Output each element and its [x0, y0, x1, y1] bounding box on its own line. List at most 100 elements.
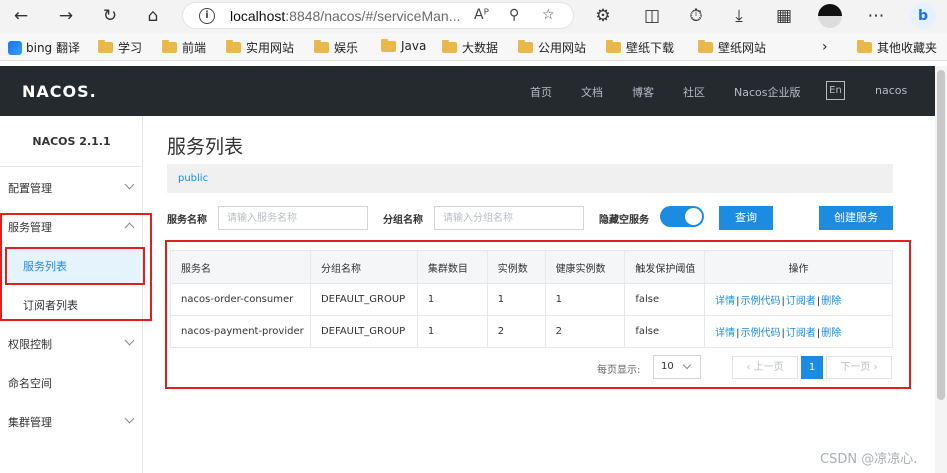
column-header: 实例数 [486, 250, 546, 284]
sidebar-item-label: 服务列表 [23, 259, 67, 273]
cell-service-name: nacos-payment-provider [170, 315, 311, 348]
column-header: 操作 [704, 250, 893, 284]
sidebar-item-label: 命名空间 [8, 376, 52, 390]
bookmark-folder[interactable]: Java [381, 38, 426, 53]
page-number-current[interactable]: 1 [801, 356, 823, 379]
service-name-input[interactable] [218, 206, 368, 230]
chevron-down-icon [124, 413, 135, 424]
cell-healthy-count: 2 [544, 315, 626, 348]
namespace-public-link[interactable]: public [178, 173, 208, 184]
cell-cluster-count: 1 [416, 315, 488, 348]
nav-home[interactable]: 首页 [530, 84, 552, 100]
sidebar-item-subscriber-list[interactable]: 订阅者列表 [8, 286, 141, 323]
app-header: NACOS. 首页 文档 博客 社区 Nacos企业版 En nacos [0, 66, 947, 116]
site-info-icon[interactable]: i [199, 8, 215, 24]
group-name-input[interactable] [434, 206, 584, 230]
prev-page-button[interactable]: ‹ 上一页 [732, 356, 798, 379]
sidebar-item-label: 权限控制 [8, 337, 52, 351]
folder-icon [226, 40, 241, 53]
back-icon[interactable]: ← [10, 5, 32, 27]
detail-link[interactable]: 详情 [715, 328, 735, 339]
folder-icon [162, 40, 177, 53]
bookmarks-bar: bing 翻译 学习 前端 实用网站 娱乐 Java 大数据 公用网站 壁纸下载… [0, 33, 947, 61]
op-separator: | [816, 328, 821, 339]
nav-community[interactable]: 社区 [683, 84, 705, 100]
cell-cluster-count: 1 [416, 283, 488, 316]
cell-protect-threshold: false [624, 315, 706, 348]
cell-service-name: nacos-order-consumer [170, 283, 311, 316]
language-switch-button[interactable]: En [826, 81, 845, 100]
sidebar-item-label: 集群管理 [8, 415, 52, 429]
reload-icon[interactable]: ↻ [99, 5, 121, 27]
folder-icon [98, 40, 113, 53]
bookmark-folder[interactable]: 大数据 [442, 39, 498, 56]
nav-blog[interactable]: 博客 [632, 84, 654, 100]
address-bar[interactable]: i localhost:8848/nacos/#/serviceMan... A… [182, 2, 574, 29]
create-service-button[interactable]: 创建服务 [819, 206, 893, 230]
cell-instance-count: 1 [486, 283, 546, 316]
hide-empty-toggle[interactable] [660, 206, 704, 227]
profile-avatar[interactable] [818, 4, 842, 28]
sidebar-item-service-list[interactable]: 服务列表 [8, 247, 141, 284]
sidebar-item-namespace[interactable]: 命名空间 [0, 363, 143, 402]
query-button[interactable]: 查询 [719, 206, 773, 230]
sample-code-link[interactable]: 示例代码 [741, 296, 781, 307]
subscriber-link[interactable]: 订阅者 [786, 328, 816, 339]
watermark: CSDN @凉凉心. [820, 452, 918, 467]
home-icon[interactable]: ⌂ [142, 5, 164, 27]
user-menu[interactable]: nacos [875, 84, 907, 97]
browser-toolbar: ← → ↻ ⌂ i localhost:8848/nacos/#/service… [0, 0, 947, 33]
next-page-button[interactable]: 下一页 › [826, 356, 892, 379]
bookmarks-overflow-icon[interactable]: › [822, 39, 828, 55]
history-icon[interactable]: ⏱ [685, 5, 707, 27]
cell-operations: 详情|示例代码|订阅者|删除 [704, 315, 893, 348]
bookmark-folder[interactable]: 学习 [98, 39, 142, 56]
sidebar-item-config[interactable]: 配置管理 [0, 168, 143, 207]
sidebar: NACOS 2.1.1 配置管理 服务管理 服务列表 订阅者列表 权限控制 命名… [0, 116, 143, 473]
split-screen-icon[interactable]: ◫ [641, 5, 663, 27]
bookmark-folder-other[interactable]: 其他收藏夹 [857, 39, 937, 56]
extensions-icon[interactable]: ⚙ [592, 5, 614, 27]
folder-icon [606, 40, 621, 53]
column-header: 健康实例数 [544, 250, 626, 284]
folder-icon [381, 38, 396, 52]
bookmark-folder[interactable]: 前端 [162, 39, 206, 56]
delete-link[interactable]: 删除 [821, 328, 841, 339]
more-menu-icon[interactable]: ⋯ [865, 5, 887, 27]
cell-protect-threshold: false [624, 283, 706, 316]
scrollbar-thumb[interactable] [937, 70, 945, 400]
op-separator: | [781, 296, 785, 307]
version-label: NACOS 2.1.1 [32, 135, 111, 148]
forward-icon[interactable]: → [55, 5, 77, 27]
read-aloud-icon[interactable]: Aᴾ [474, 7, 489, 23]
zoom-icon[interactable]: ⚲ [509, 7, 519, 23]
folder-icon [698, 40, 713, 53]
bookmark-folder[interactable]: 壁纸网站 [698, 39, 766, 56]
bookmark-folder[interactable]: 公用网站 [518, 39, 586, 56]
bookmark-folder[interactable]: 壁纸下载 [606, 39, 674, 56]
page-size-select[interactable]: 10 [653, 355, 701, 379]
nav-docs[interactable]: 文档 [581, 84, 603, 100]
cell-group-name: DEFAULT_GROUP [309, 315, 418, 348]
detail-link[interactable]: 详情 [715, 296, 735, 307]
collections-icon[interactable]: ▦ [773, 5, 795, 27]
column-header: 集群数目 [416, 250, 488, 284]
sidebar-item-label: 订阅者列表 [23, 298, 78, 312]
delete-link[interactable]: 删除 [821, 296, 841, 307]
bookmark-bing[interactable]: bing 翻译 [8, 39, 80, 56]
address-url[interactable]: localhost:8848/nacos/#/serviceMan... [230, 8, 460, 24]
download-icon[interactable]: ⤓ [728, 5, 750, 27]
sidebar-item-cluster[interactable]: 集群管理 [0, 402, 143, 441]
sample-code-link[interactable]: 示例代码 [741, 328, 781, 339]
nacos-logo[interactable]: NACOS. [22, 82, 97, 101]
sidebar-item-service[interactable]: 服务管理 [0, 207, 143, 246]
bing-copilot-icon[interactable]: b [910, 3, 936, 29]
subscriber-link[interactable]: 订阅者 [786, 296, 816, 307]
sidebar-item-auth[interactable]: 权限控制 [0, 324, 143, 363]
op-separator: | [816, 296, 821, 307]
favorite-add-icon[interactable]: ☆ [542, 7, 555, 23]
nav-enterprise[interactable]: Nacos企业版 [734, 84, 800, 100]
bookmark-folder[interactable]: 实用网站 [226, 39, 294, 56]
toggle-knob [685, 208, 702, 225]
bookmark-folder[interactable]: 娱乐 [314, 39, 358, 56]
